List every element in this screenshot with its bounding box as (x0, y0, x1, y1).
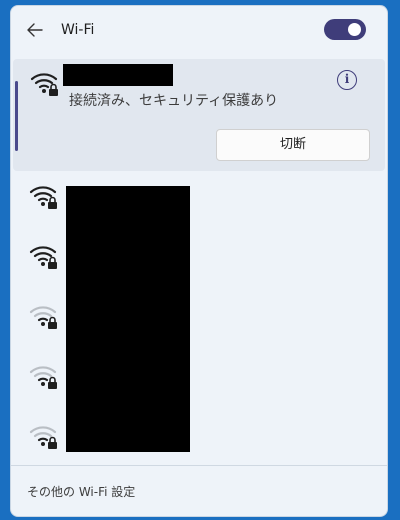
redacted-network-names (66, 186, 190, 452)
redacted-network-name (63, 64, 173, 86)
disconnect-button[interactable]: 切断 (216, 129, 370, 161)
wifi-flyout-panel: Wi-Fi 接続済み、セキュリティ保護あり i 切断 その他の Wi-Fi 設定 (10, 5, 388, 517)
wifi-secured-full-icon (29, 186, 57, 209)
selection-indicator (15, 81, 18, 151)
wifi-header: Wi-Fi (11, 6, 387, 56)
toggle-knob (348, 23, 361, 36)
connection-status: 接続済み、セキュリティ保護あり (69, 93, 279, 109)
wifi-secured-full-icon (30, 73, 58, 96)
connected-network-item[interactable]: 接続済み、セキュリティ保護あり i 切断 (13, 59, 385, 171)
back-button[interactable] (23, 18, 47, 42)
wifi-footer: その他の Wi-Fi 設定 (11, 465, 387, 516)
wifi-secured-weak-icon (29, 366, 57, 389)
arrow-left-icon (27, 23, 43, 37)
wifi-secured-weak-icon (29, 306, 57, 329)
wifi-toggle[interactable] (324, 19, 366, 40)
page-title: Wi-Fi (61, 22, 95, 38)
network-properties-button[interactable]: i (337, 70, 357, 90)
wifi-secured-weak-icon (29, 426, 57, 449)
more-wifi-settings-link[interactable]: その他の Wi-Fi 設定 (27, 483, 135, 500)
info-icon: i (344, 72, 350, 86)
wifi-secured-full-icon (29, 246, 57, 269)
